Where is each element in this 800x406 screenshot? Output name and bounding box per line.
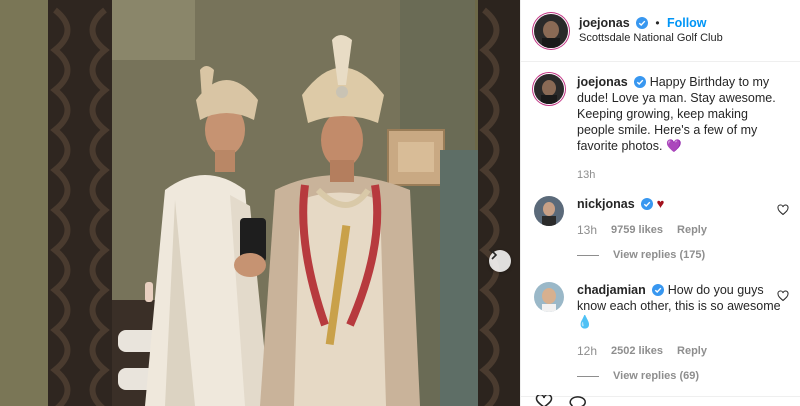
separator-dot: • (655, 15, 660, 30)
comment-body: nickjonas ♥ 13h 9759 likes Reply View re… (577, 196, 782, 282)
commenter-avatar[interactable] (534, 196, 564, 226)
replies-divider-line (577, 254, 599, 256)
view-replies-label: View replies (175) (613, 249, 706, 261)
commenter-username[interactable]: nickjonas (577, 197, 635, 211)
verified-badge-icon (652, 284, 665, 296)
comment-meta: 12h 2502 likes Reply (577, 344, 782, 358)
post-photo[interactable] (0, 0, 520, 406)
comment-meta: 13h 9759 likes Reply (577, 223, 782, 237)
caption-username[interactable]: joejonas (577, 75, 628, 89)
comments-section: joejonas Happy Birthday to my dude! Love… (521, 74, 800, 382)
view-replies-label: View replies (69) (613, 370, 700, 382)
comment-row: chadjamian How do you guys know each oth… (521, 282, 800, 382)
comment-icon[interactable] (569, 395, 587, 406)
post-location[interactable]: Scottsdale National Golf Club (579, 31, 723, 46)
follow-button[interactable]: Follow (667, 16, 707, 30)
caption-avatar[interactable] (534, 74, 564, 104)
like-icon[interactable] (535, 395, 553, 406)
commenter-username[interactable]: chadjamian (577, 283, 646, 297)
author-username[interactable]: joejonas (579, 16, 630, 30)
reply-button[interactable]: Reply (677, 223, 707, 237)
post-header: joejonas • Follow Scottsdale National Go… (521, 0, 800, 62)
view-replies-button[interactable]: View replies (69) (577, 368, 782, 384)
author-avatar[interactable] (534, 13, 568, 48)
comment-timestamp: 12h (577, 344, 598, 358)
purple-heart-emoji: 💜 (665, 139, 682, 153)
comment-likes[interactable]: 2502 likes (611, 344, 663, 358)
photo-illustration (0, 0, 520, 406)
header-meta: joejonas • Follow Scottsdale National Go… (579, 16, 723, 46)
replies-divider-line (577, 375, 599, 377)
reply-button[interactable]: Reply (677, 344, 707, 358)
caption-row: joejonas Happy Birthday to my dude! Love… (521, 74, 800, 196)
caption-meta: 13h (577, 168, 782, 182)
comment-row: nickjonas ♥ 13h 9759 likes Reply View re… (521, 196, 800, 282)
heart-outline-icon[interactable] (777, 290, 789, 302)
next-photo-button[interactable] (489, 250, 511, 272)
chevron-right-icon (491, 250, 498, 260)
verified-badge-icon (636, 16, 649, 29)
caption-timestamp: 13h (577, 169, 596, 181)
verified-badge-icon (641, 198, 654, 210)
droplet-emoji: 💧 (577, 315, 593, 329)
heart-outline-icon[interactable] (777, 204, 789, 216)
post-sidebar: joejonas • Follow Scottsdale National Go… (520, 0, 800, 406)
red-heart-emoji: ♥ (656, 196, 665, 211)
verified-badge-icon (634, 76, 647, 88)
comment-likes[interactable]: 9759 likes (611, 223, 663, 237)
comment-body: chadjamian How do you guys know each oth… (577, 282, 782, 382)
commenter-avatar[interactable] (534, 282, 564, 312)
comment-timestamp: 13h (577, 223, 598, 237)
action-bar (521, 395, 800, 406)
caption-body: joejonas Happy Birthday to my dude! Love… (577, 74, 782, 196)
view-replies-button[interactable]: View replies (175) (577, 247, 782, 263)
